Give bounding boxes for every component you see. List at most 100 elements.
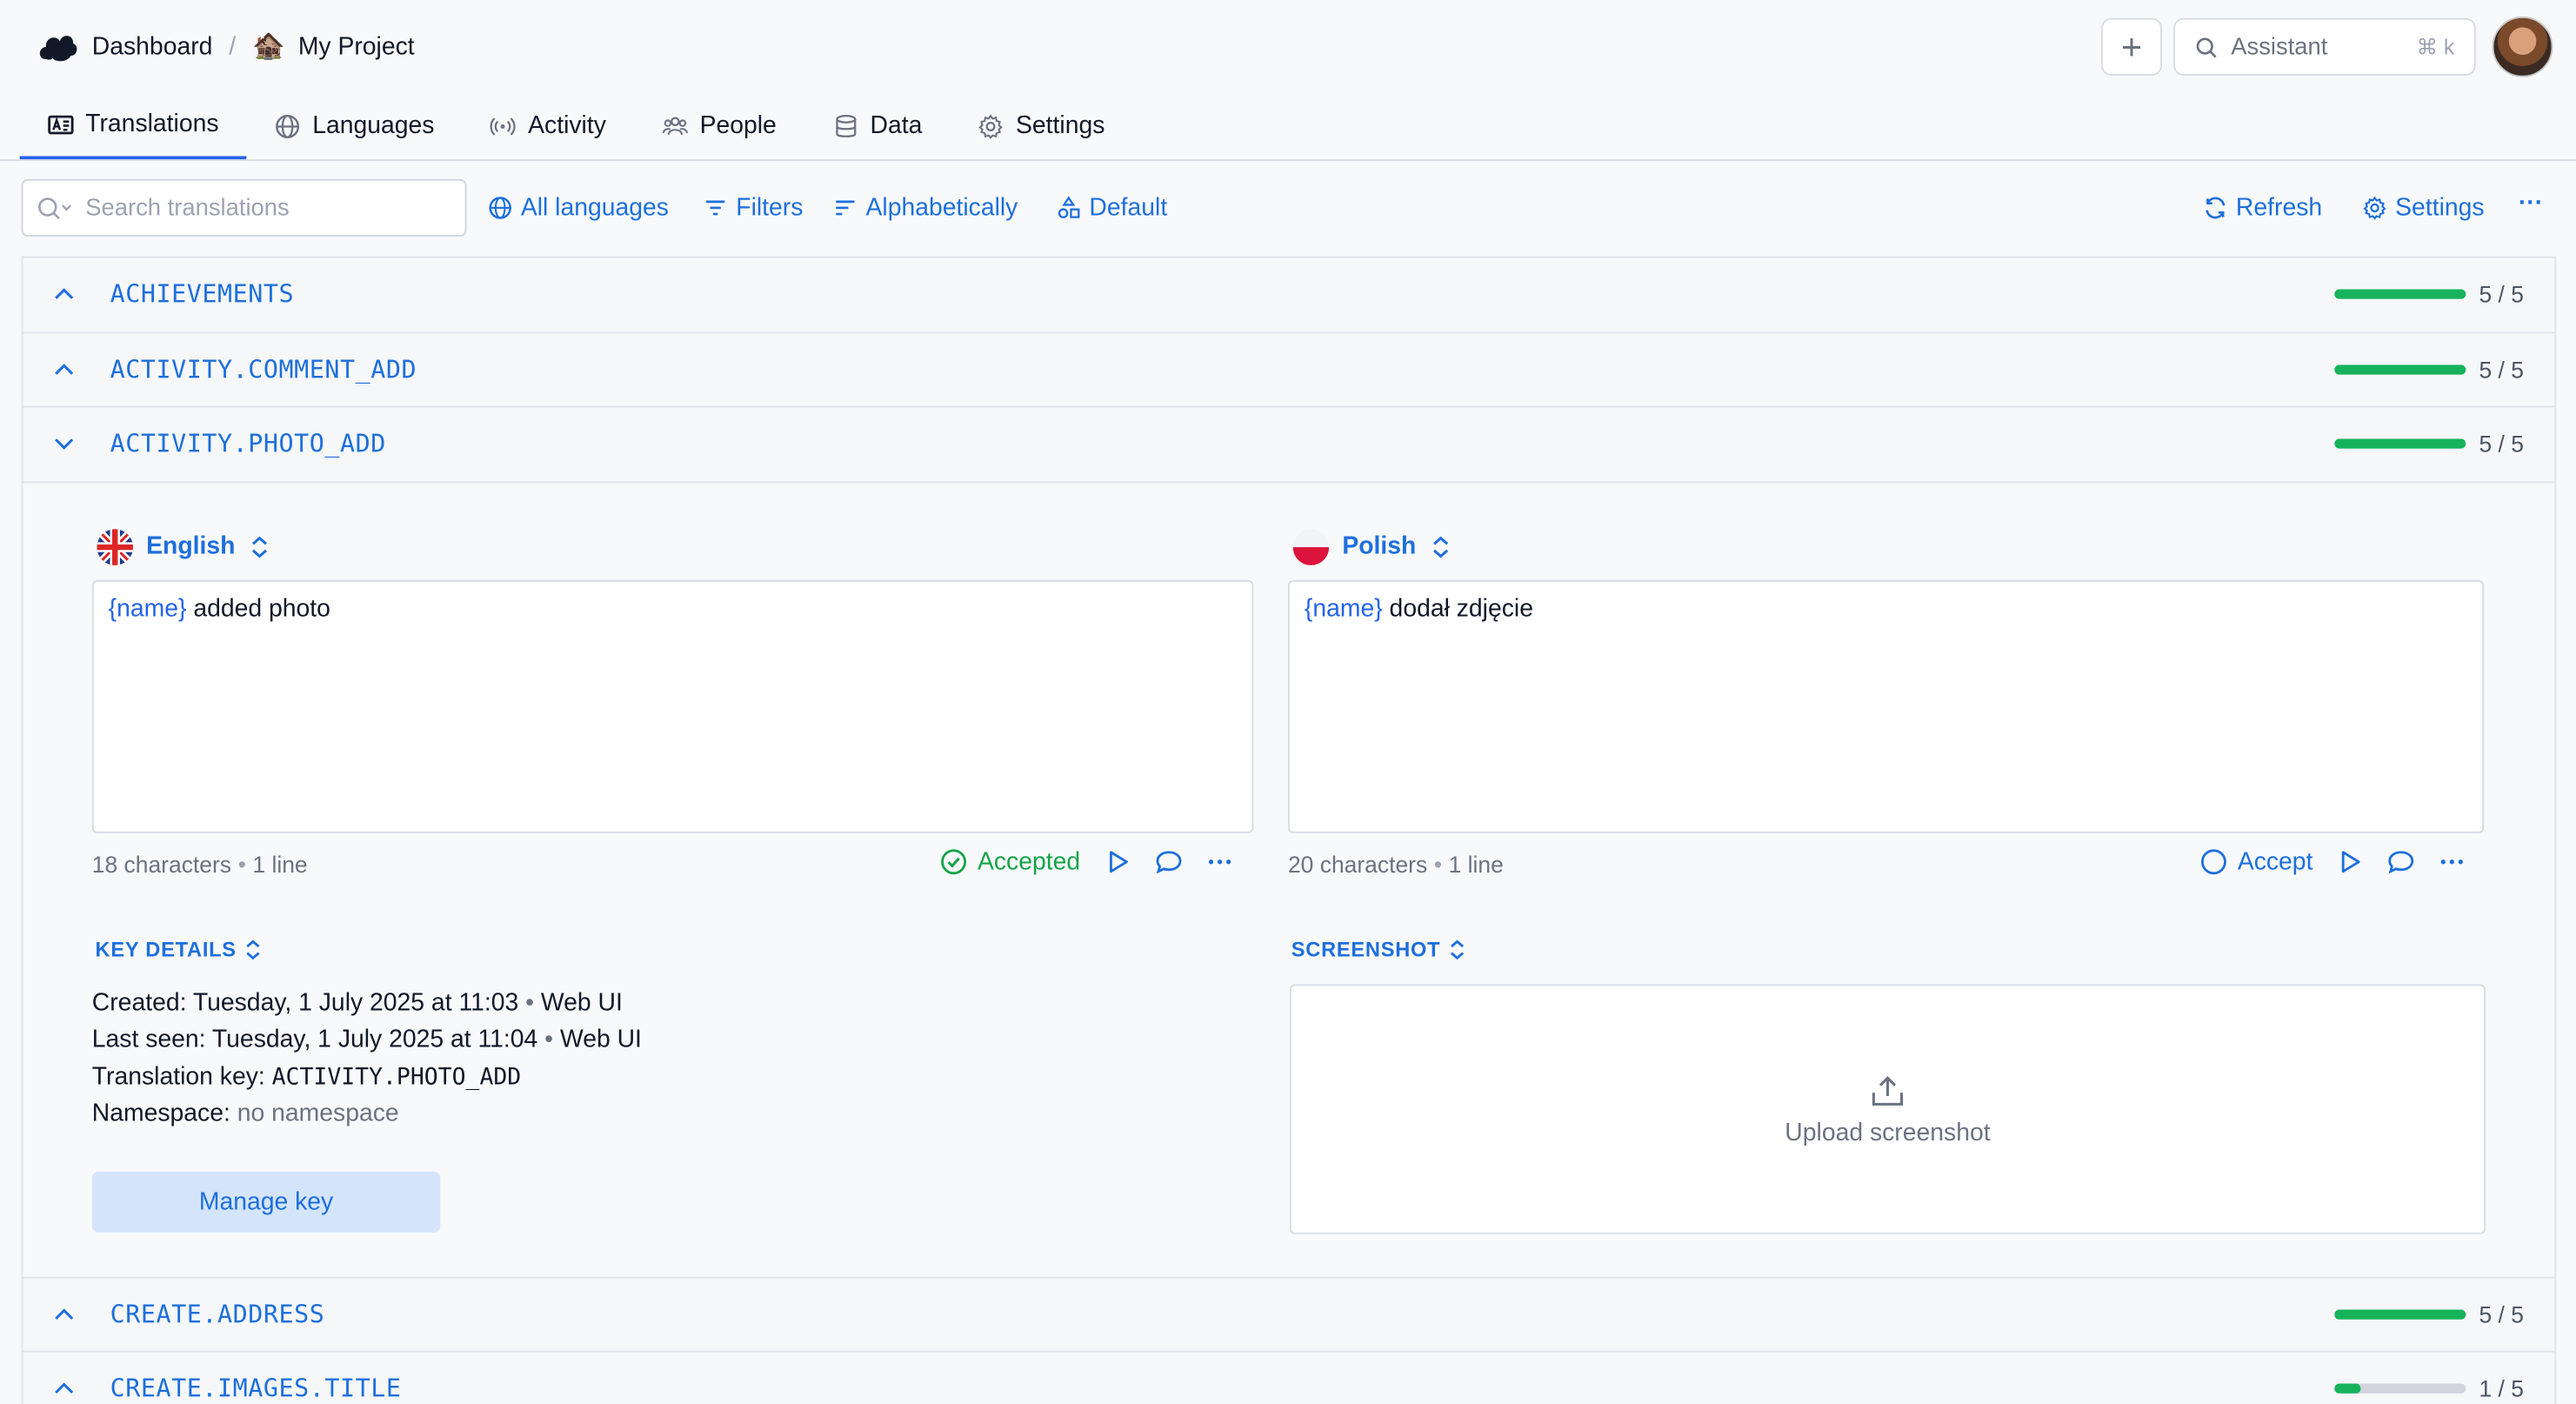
translation-key-value: ACTIVITY.PHOTO_ADD (271, 1064, 522, 1091)
source-actions: Accepted (940, 847, 1233, 875)
progress-bar (2334, 438, 2466, 449)
tab-data[interactable]: Data (804, 92, 951, 159)
upload-icon (1872, 1075, 1904, 1105)
tab-translations[interactable]: Translations (19, 92, 247, 160)
play-button[interactable] (1104, 847, 1131, 875)
accepted-status-button[interactable]: Accepted (940, 847, 1080, 875)
tab-label: Settings (1016, 111, 1105, 140)
screenshot-toggle[interactable]: SCREENSHOT (1291, 938, 1467, 960)
view-button[interactable]: Default (1057, 193, 1168, 223)
sort-button[interactable]: Alphabetically (833, 194, 1018, 222)
target-language-selector[interactable]: Polish (1292, 528, 1452, 565)
chevron-up-icon[interactable] (51, 281, 77, 307)
assistant-search[interactable]: Assistant ⌘ k (2173, 17, 2476, 76)
key-details: Created: Tuesday, 1 July 2025 at 11:03 •… (92, 985, 642, 1133)
settings-label: Settings (2395, 193, 2485, 223)
chevron-up-icon[interactable] (51, 356, 77, 382)
line-count: 1 line (1448, 850, 1504, 877)
settings-button[interactable]: Settings (2362, 193, 2485, 223)
key-details-toggle[interactable]: KEY DETAILS (96, 938, 264, 960)
refresh-icon (2206, 197, 2226, 219)
last-seen-line: Last seen: Tuesday, 1 July 2025 at 11:04… (91, 1025, 642, 1054)
view-label: Default (1089, 193, 1168, 223)
chevron-updown-icon (1433, 535, 1449, 558)
source-language-name: English (146, 532, 236, 561)
tab-label: Data (870, 111, 923, 140)
progress-fill (2334, 289, 2466, 299)
variable-placeholder: {name} (1304, 593, 1383, 622)
tab-settings[interactable]: Settings (950, 92, 1132, 159)
chevron-up-icon[interactable] (51, 1375, 77, 1401)
more-options-button[interactable] (1205, 847, 1233, 875)
source-language-selector[interactable]: English (97, 528, 271, 565)
translated-count: 5 / 5 (2479, 355, 2524, 383)
key-row-activity-photo-add[interactable]: ACTIVITY.PHOTO_ADD 5 / 5 (23, 407, 2555, 483)
line-count: 1 line (252, 850, 308, 877)
sort-icon (836, 200, 855, 216)
breadcrumb-project[interactable]: My Project (298, 32, 415, 60)
source-meta: 18 characters • 1 line (91, 850, 308, 877)
progress-bar (2334, 364, 2466, 374)
search-translations-input[interactable]: Search translations (21, 178, 467, 237)
project-emoji-icon: 🏚️ (252, 32, 285, 61)
key-detail-panel: English {name} added photo 18 characters… (23, 482, 2555, 1278)
translated-count: 5 / 5 (2479, 1300, 2524, 1327)
filter-icon (706, 200, 725, 216)
manage-key-button[interactable]: Manage key (91, 1170, 441, 1232)
last-seen-source: Web UI (559, 1025, 642, 1054)
cloud-logo-icon[interactable] (37, 26, 79, 65)
user-avatar[interactable] (2492, 16, 2553, 77)
target-actions: Accept (2199, 847, 2466, 875)
add-button[interactable]: + (2101, 17, 2162, 76)
key-name[interactable]: ACTIVITY.PHOTO_ADD (110, 429, 386, 458)
globe-icon (276, 114, 300, 138)
tab-label: Translations (85, 110, 219, 138)
sort-label: Alphabetically (865, 193, 1018, 223)
more-options-button[interactable]: ··· (2519, 189, 2543, 217)
key-row-achievements[interactable]: ACHIEVEMENTS 5 / 5 (23, 257, 2555, 333)
comment-button[interactable] (2386, 847, 2414, 875)
translated-count: 5 / 5 (2479, 281, 2524, 308)
all-languages-button[interactable]: All languages (488, 194, 669, 222)
key-name[interactable]: ACTIVITY.COMMENT_ADD (110, 354, 417, 384)
progress-fill (2334, 364, 2466, 374)
translation-key-line: Translation key: ACTIVITY.PHOTO_ADD (91, 1062, 522, 1091)
play-button[interactable] (2336, 847, 2364, 875)
translated-count: 1 / 5 (2479, 1375, 2524, 1402)
target-text: dodał zdjęcie (1382, 593, 1533, 622)
last-seen-date: Tuesday, 1 July 2025 at 11:04 (211, 1025, 538, 1054)
key-name[interactable]: ACHIEVEMENTS (110, 279, 295, 309)
created-line: Created: Tuesday, 1 July 2025 at 11:03 •… (91, 988, 623, 1017)
upload-screenshot-label: Upload screenshot (1785, 1118, 1991, 1147)
tab-label: Activity (528, 111, 606, 140)
key-row-create-address[interactable]: CREATE.ADDRESS 5 / 5 (23, 1277, 2555, 1353)
key-row-create-images-title[interactable]: CREATE.IMAGES.TITLE 1 / 5 (23, 1352, 2555, 1404)
gear-icon (2363, 196, 2386, 220)
refresh-button[interactable]: Refresh (2203, 194, 2322, 222)
created-date: Tuesday, 1 July 2025 at 11:03 (192, 988, 519, 1017)
tab-people[interactable]: People (634, 92, 804, 159)
key-name[interactable]: CREATE.ADDRESS (110, 1299, 325, 1328)
comment-button[interactable] (1154, 847, 1182, 875)
tab-languages[interactable]: Languages (247, 92, 463, 159)
more-dots-icon (2440, 859, 2463, 864)
filters-button[interactable]: Filters (703, 194, 803, 222)
chevron-down-icon[interactable] (51, 431, 77, 457)
variable-placeholder: {name} (108, 593, 187, 622)
breadcrumb-dashboard[interactable]: Dashboard (92, 32, 213, 60)
database-icon (835, 114, 856, 137)
more-dots-icon: ··· (2518, 189, 2544, 217)
key-name[interactable]: CREATE.IMAGES.TITLE (110, 1374, 402, 1403)
created-source: Web UI (540, 988, 623, 1017)
target-translation-editor[interactable]: {name} dodał zdjęcie (1287, 578, 2485, 832)
more-dots-icon (1208, 859, 1231, 864)
shapes-icon (1058, 196, 1080, 218)
source-translation-editor[interactable]: {name} added photo (91, 578, 1254, 832)
key-row-activity-comment-add[interactable]: ACTIVITY.COMMENT_ADD 5 / 5 (23, 332, 2555, 408)
app-root: Dashboard / 🏚️ My Project + Assistant ⌘ … (0, 0, 2576, 1404)
chevron-up-icon[interactable] (51, 1300, 77, 1327)
upload-screenshot-dropzone[interactable]: Upload screenshot (1289, 983, 2486, 1234)
more-options-button[interactable] (2438, 847, 2466, 875)
accept-button[interactable]: Accept (2199, 847, 2312, 875)
tab-activity[interactable]: Activity (463, 92, 634, 159)
